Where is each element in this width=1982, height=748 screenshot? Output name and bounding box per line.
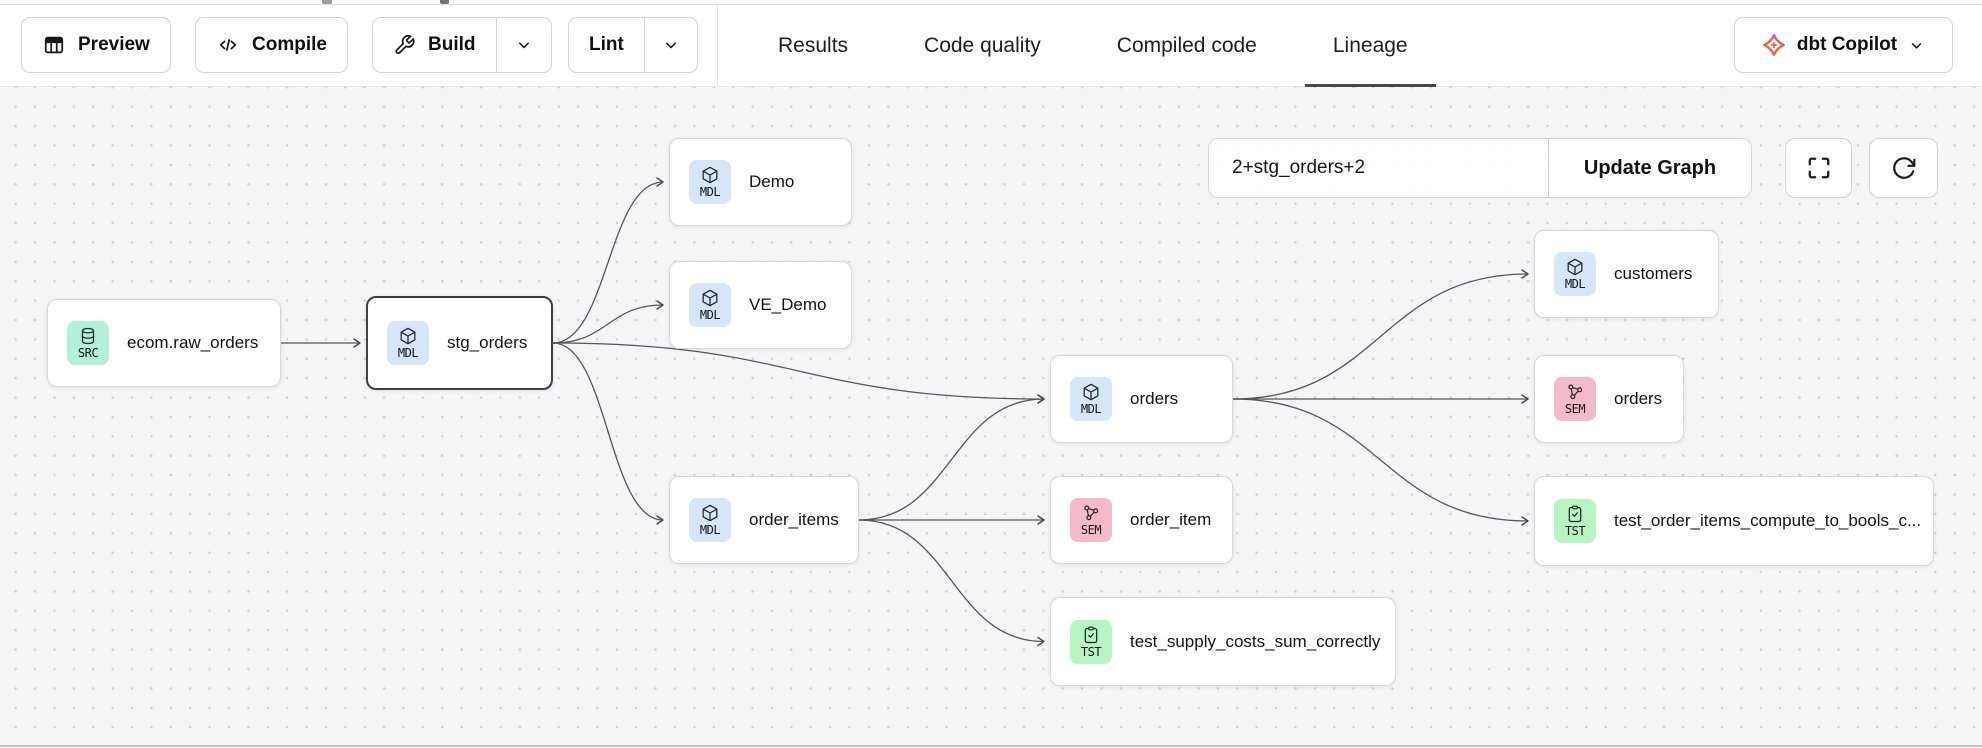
graph-node-ve_demo[interactable]: MDL VE_Demo	[669, 261, 852, 349]
fullscreen-button[interactable]	[1785, 138, 1852, 198]
toolbar-separator	[717, 5, 718, 87]
fullscreen-icon	[1806, 155, 1832, 181]
update-graph-button[interactable]: Update Graph	[1548, 139, 1751, 197]
build-dropdown-button[interactable]	[496, 18, 551, 72]
refresh-icon	[1891, 155, 1917, 181]
node-type-label: MDL	[1565, 278, 1585, 291]
node-label: orders	[1614, 389, 1662, 409]
graph-node-order_items[interactable]: MDL order_items	[669, 476, 859, 564]
cube-icon	[1565, 257, 1585, 277]
cube-icon	[700, 503, 720, 523]
database-icon	[78, 326, 98, 346]
node-label: order_items	[749, 510, 839, 530]
graph-node-raw_orders[interactable]: SRC ecom.raw_orders	[47, 299, 281, 387]
build-button-group: Build	[372, 17, 552, 73]
node-label: orders	[1130, 389, 1178, 409]
chevron-down-icon	[514, 35, 534, 55]
node-type-badge: MDL	[689, 283, 731, 327]
node-type-badge: MDL	[689, 160, 731, 204]
tab-code-quality[interactable]: Code quality	[924, 5, 1041, 86]
build-label: Build	[428, 34, 476, 56]
clipboard-check-icon	[1565, 504, 1585, 524]
node-type-label: TST	[1081, 646, 1101, 659]
node-label: order_item	[1130, 510, 1211, 530]
compile-label: Compile	[252, 34, 327, 56]
graph-node-orders_mdl[interactable]: MDL orders	[1050, 355, 1233, 443]
preview-label: Preview	[78, 34, 150, 56]
graph-node-customers[interactable]: MDL customers	[1534, 230, 1719, 318]
toolbar: Preview Compile Build Lint Results Code …	[0, 5, 1982, 87]
lint-dropdown-button[interactable]	[644, 18, 697, 72]
cube-icon	[700, 165, 720, 185]
node-label: ecom.raw_orders	[127, 333, 258, 353]
node-label: stg_orders	[447, 333, 527, 353]
node-label: Demo	[749, 172, 794, 192]
graph-node-test_order_items[interactable]: TST test_order_items_compute_to_bools_c..…	[1534, 476, 1934, 566]
graph-node-stg_orders[interactable]: MDL stg_orders	[366, 296, 553, 390]
lineage-selector-input[interactable]	[1209, 139, 1548, 197]
node-type-badge: MDL	[689, 498, 731, 542]
dbt-copilot-button[interactable]: dbt Copilot	[1734, 17, 1953, 73]
node-type-label: MDL	[700, 309, 720, 322]
node-type-badge: SRC	[67, 321, 109, 365]
compile-button[interactable]: Compile	[195, 17, 348, 73]
node-label: customers	[1614, 264, 1692, 284]
node-type-badge: MDL	[387, 321, 429, 365]
graph-node-test_supply[interactable]: TST test_supply_costs_sum_correctly	[1050, 597, 1396, 686]
dbt-logo-icon	[1761, 32, 1787, 58]
node-type-label: SRC	[78, 347, 98, 360]
node-type-label: TST	[1565, 525, 1585, 538]
node-type-badge: TST	[1554, 499, 1596, 543]
pane-handle-fragment	[322, 0, 332, 4]
node-type-badge: SEM	[1070, 498, 1112, 542]
lint-label: Lint	[589, 34, 624, 56]
node-type-badge: MDL	[1070, 377, 1112, 421]
node-type-badge: MDL	[1554, 252, 1596, 296]
node-label: test_order_items_compute_to_bools_c...	[1614, 511, 1921, 531]
copilot-label: dbt Copilot	[1797, 34, 1897, 56]
node-label: VE_Demo	[749, 295, 826, 315]
tab-lineage[interactable]: Lineage	[1333, 5, 1408, 86]
node-type-label: MDL	[700, 186, 720, 199]
result-tabs: Results Code quality Compiled code Linea…	[778, 5, 1408, 86]
cube-icon	[398, 326, 418, 346]
network-icon	[1565, 382, 1585, 402]
wrench-icon	[393, 34, 416, 56]
network-icon	[1081, 503, 1101, 523]
node-type-label: MDL	[398, 347, 418, 360]
build-button[interactable]: Build	[373, 18, 496, 72]
tab-compiled-code[interactable]: Compiled code	[1117, 5, 1257, 86]
cube-icon	[700, 288, 720, 308]
tab-results[interactable]: Results	[778, 5, 848, 86]
node-type-label: MDL	[1081, 403, 1101, 416]
code-icon	[216, 34, 240, 56]
lineage-canvas[interactable]: SRCecom.raw_ordersMDLstg_ordersMDLDemoMD…	[0, 87, 1982, 747]
node-type-label: MDL	[700, 524, 720, 537]
graph-node-order_item_sem[interactable]: SEM order_item	[1050, 476, 1233, 564]
node-label: test_supply_costs_sum_correctly	[1130, 632, 1380, 652]
lineage-selector-control: Update Graph	[1208, 138, 1752, 198]
cube-icon	[1081, 382, 1101, 402]
clipboard-check-icon	[1081, 625, 1101, 645]
node-type-badge: TST	[1070, 620, 1112, 664]
lint-button[interactable]: Lint	[569, 18, 644, 72]
lint-button-group: Lint	[568, 17, 698, 73]
refresh-button[interactable]	[1869, 138, 1938, 198]
pane-handle-fragment	[440, 0, 449, 4]
graph-node-orders_sem[interactable]: SEM orders	[1534, 355, 1684, 443]
node-type-badge: SEM	[1554, 377, 1596, 421]
chevron-down-icon	[661, 35, 681, 55]
graph-node-demo[interactable]: MDL Demo	[669, 138, 852, 226]
table-icon	[42, 34, 66, 56]
preview-button[interactable]: Preview	[21, 17, 171, 73]
node-type-label: SEM	[1081, 524, 1101, 537]
chevron-down-icon	[1907, 36, 1926, 55]
node-type-label: SEM	[1565, 403, 1585, 416]
